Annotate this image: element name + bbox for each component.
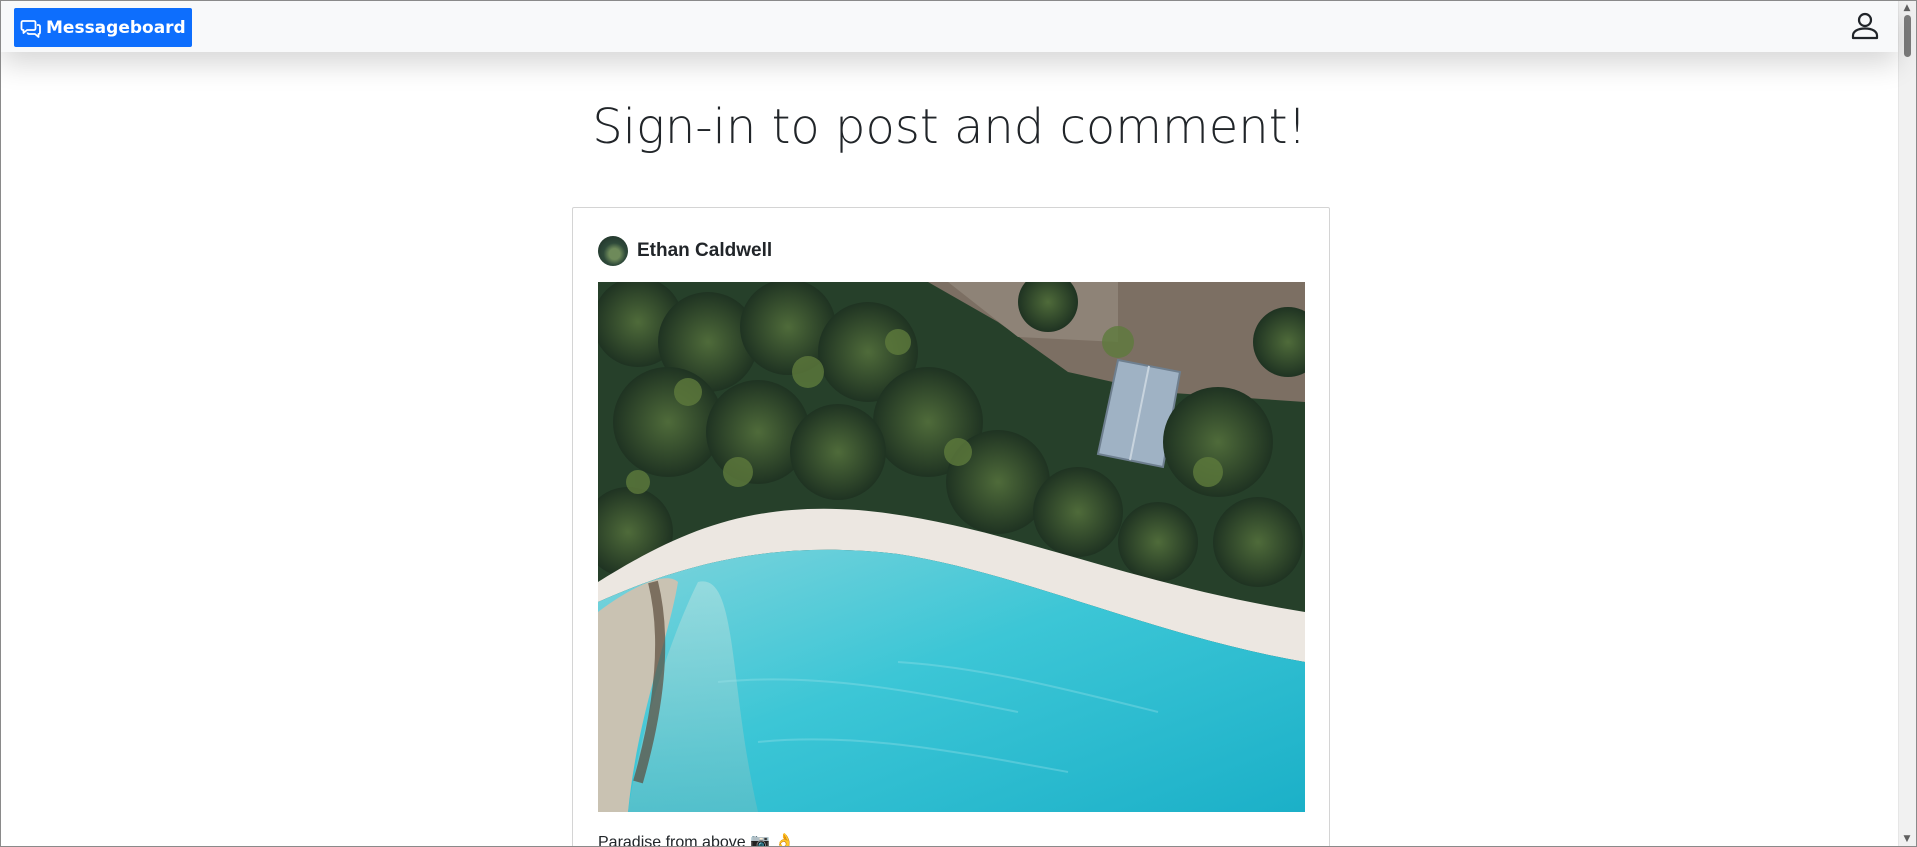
post-caption: Paradise from above 📷 👌 [598,834,795,847]
page-title: Sign-in to post and comment! [592,99,1307,155]
messageboard-brand-button[interactable]: Messageboard [14,8,192,47]
post-author[interactable]: Ethan Caldwell [637,240,772,262]
browser-window: Messageboard Sign-in to post and comment… [0,0,1917,847]
post-card: Ethan Caldwell Paradise from above 📷 👌 [572,207,1330,847]
top-navbar: Messageboard [1,1,1898,52]
post-image[interactable] [598,282,1305,812]
avatar[interactable] [598,236,628,266]
post-header: Ethan Caldwell [598,236,772,266]
user-icon [1850,11,1880,45]
scroll-thumb[interactable] [1904,15,1911,57]
user-account-button[interactable] [1848,11,1882,45]
brand-label: Messageboard [46,17,186,38]
scroll-down-arrow-icon[interactable]: ▼ [1902,834,1912,844]
page-scrollbar[interactable]: ▲ ▼ [1898,1,1916,846]
chat-bubbles-icon [20,17,42,39]
scroll-up-arrow-icon[interactable]: ▲ [1902,3,1912,13]
